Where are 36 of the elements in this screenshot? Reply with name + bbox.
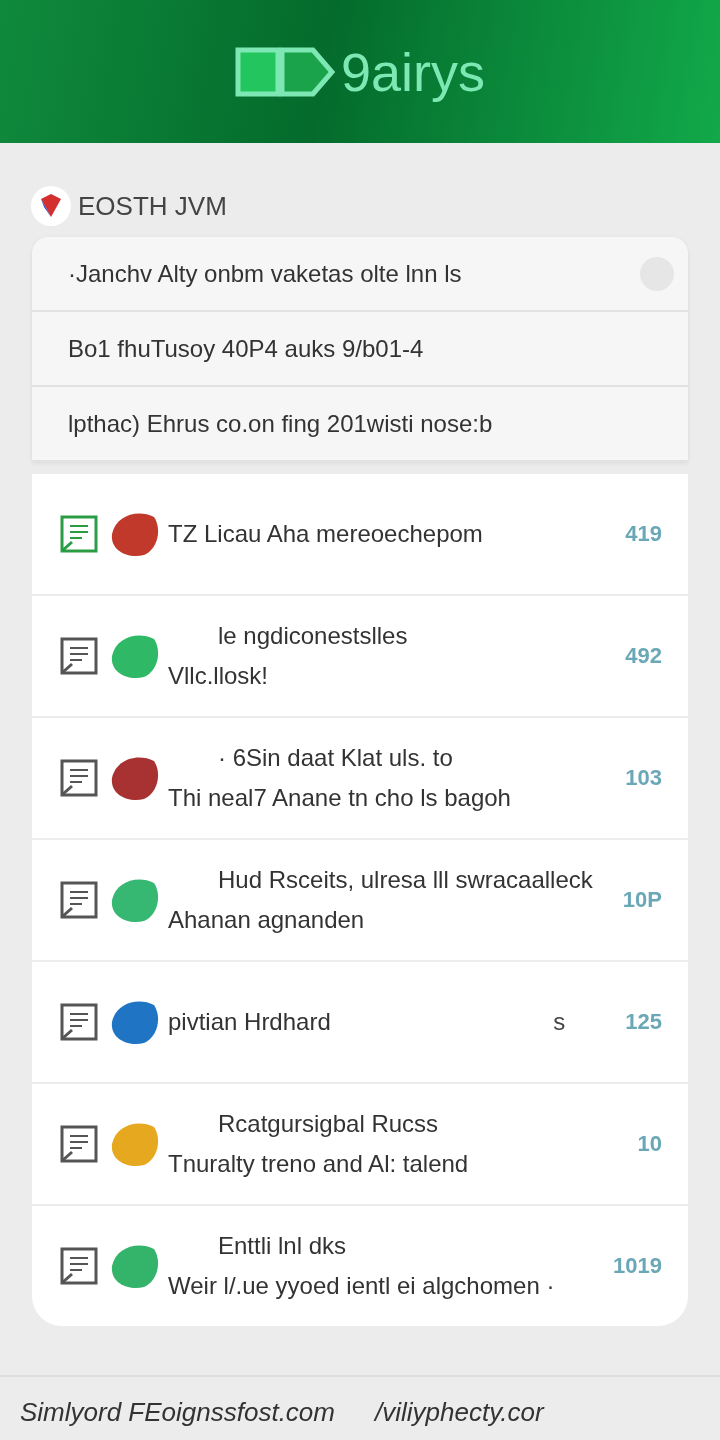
item-text: Thi neal7 Anane tn cho ls bagoh [168, 784, 512, 812]
item-text: Ahanan agnanden [168, 906, 366, 934]
item-text: Rcatgursigbal Rucss [217, 1110, 440, 1138]
item-text: Enttli lnl dks [217, 1232, 348, 1260]
item-text: le ngdiconestslles [217, 622, 409, 650]
logo-icon [234, 45, 335, 98]
list-item[interactable]: Hud Rsceits, ulresa lll swracaalleck Ahanan agnanden 10P [32, 840, 688, 962]
item-count: 103 [625, 765, 662, 791]
filter-row[interactable]: Bo1 fhuTusoy 40P4 auks 9/b01-4 [32, 312, 688, 387]
list-item[interactable]: pivtian Hrdhard s 125 [32, 962, 688, 1084]
list-item[interactable]: TZ Licau Aha mereoechepom 419 [32, 474, 688, 596]
item-count: 125 [625, 1009, 662, 1035]
item-note: s [553, 1008, 566, 1036]
item-count: 10P [622, 887, 662, 913]
logo-text: 9airys [340, 40, 485, 103]
filter-row[interactable]: lpthac) Ehrus co.on fing 201wisti nose:b [32, 387, 688, 462]
item-text: Hud Rsceits, ulresa lll swracaalleck [217, 866, 594, 894]
list-item[interactable]: le ngdiconestslles Vllc.llosk! 492 [32, 596, 688, 718]
item-text: Vllc.llosk! [168, 662, 270, 690]
item-text: TZ Licau Aha mereoechepom [168, 520, 484, 548]
list-item[interactable]: · 6Sin daat Klat uls. to Thi neal7 Anane tn cho ls bagoh 103 [32, 718, 688, 840]
section-title: EOSTH JVM [78, 190, 227, 222]
item-text: Weir l/.ue yyoed ientl ei algchomen · [168, 1272, 556, 1300]
list-item[interactable]: Enttli lnl dks Weir l/.ue yyoed ientl ei algchomen · 1019 [32, 1206, 688, 1326]
shield-icon [30, 185, 72, 227]
item-count: 492 [625, 643, 662, 669]
item-count: 1019 [613, 1253, 662, 1279]
item-count: 10 [637, 1131, 662, 1157]
item-count: 419 [625, 521, 662, 547]
item-text: · 6Sin daat Klat uls. to [217, 744, 454, 772]
footer-link[interactable]: /viliyphecty.cor [375, 1397, 544, 1428]
item-text: pivtian Hrdhard [168, 1008, 332, 1036]
list-item[interactable]: Rcatgursigbal Rucss Tnuralty treno and Al: talend 10 [32, 1084, 688, 1206]
filter-row[interactable]: ·Janchv Alty onbm vaketas olte lnn ls [32, 237, 688, 312]
item-text: Tnuralty treno and Al: talend [168, 1150, 470, 1178]
footer-text: Simlyord FEoignssfost.com [20, 1397, 335, 1428]
